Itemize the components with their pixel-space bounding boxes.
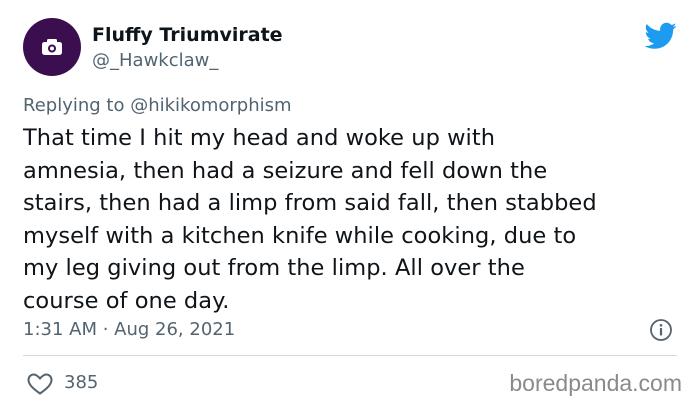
tweet-line: myself with a kitchen knife while cookin… (23, 222, 577, 249)
tweet-line: amnesia, then had a seizure and fell dow… (23, 157, 548, 184)
like-count: 385 (64, 372, 99, 393)
camera-icon (42, 39, 62, 55)
twitter-bird-icon[interactable] (645, 22, 677, 50)
avatar[interactable] (23, 18, 81, 76)
divider (23, 355, 677, 356)
info-icon[interactable] (649, 318, 673, 342)
user-handle[interactable]: @_Hawkclaw_ (92, 50, 218, 71)
display-name[interactable]: Fluffy Triumvirate (92, 24, 283, 46)
tweet-text: That time I hit my head and woke up with… (23, 122, 683, 318)
watermark: boredpanda.com (509, 370, 682, 396)
replying-to: Replying to @hikikomorphism (23, 95, 292, 116)
tweet-timestamp[interactable]: 1:31 AM · Aug 26, 2021 (23, 319, 235, 340)
tweet-line: my leg giving out from the limp. All ove… (23, 255, 525, 282)
tweet-line: stairs, then had a limp from said fall, … (23, 190, 597, 217)
replying-to-label: Replying to (23, 95, 125, 116)
heart-icon[interactable] (27, 373, 53, 395)
reply-to-handle[interactable]: @hikikomorphism (130, 95, 291, 116)
tweet-line: course of one day. (23, 287, 230, 314)
tweet-line: That time I hit my head and woke up with (23, 125, 496, 151)
